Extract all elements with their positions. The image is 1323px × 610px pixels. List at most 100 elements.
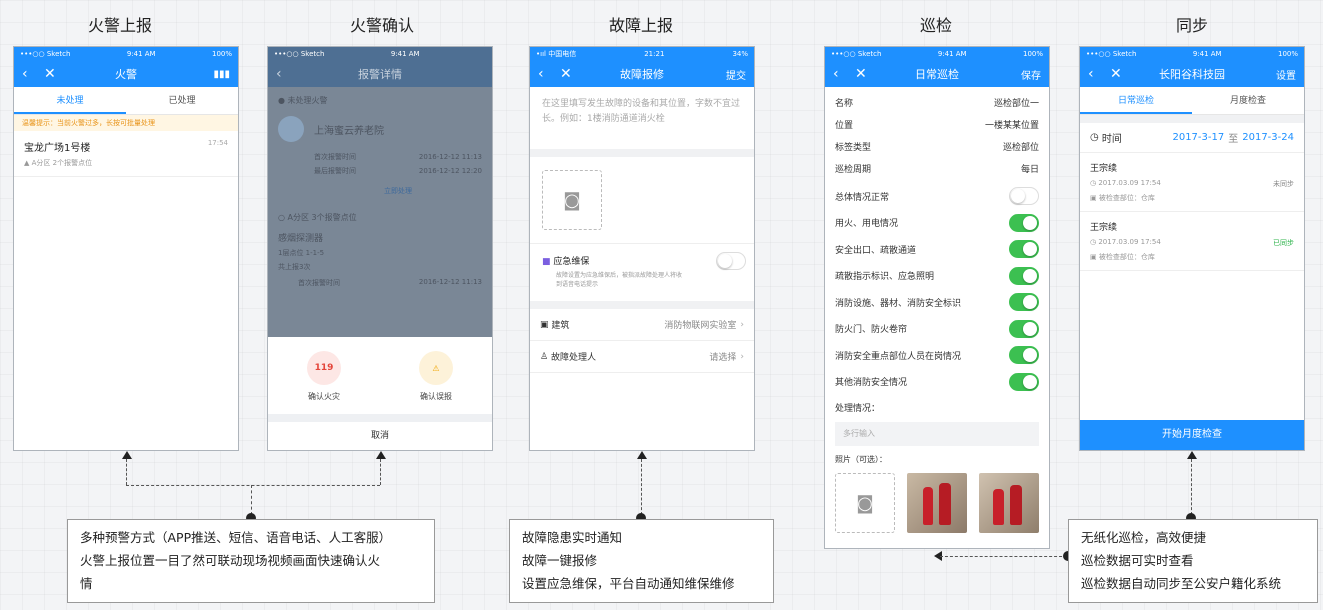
- building-icon: ▲: [24, 159, 30, 167]
- info-key: 巡检周期: [835, 164, 872, 175]
- battery-text: 34%: [732, 50, 748, 58]
- emergency-label: 应急维保: [553, 257, 590, 267]
- settings-button[interactable]: 设置: [1276, 67, 1296, 82]
- carrier-text: •••○○ Sketch: [1086, 50, 1137, 58]
- clock-text: 21:21: [644, 50, 665, 58]
- tab-unhandled[interactable]: 未处理: [14, 87, 126, 114]
- date-range-row[interactable]: ◷ 时间 2017-3-17 至 2017-3-24: [1080, 123, 1304, 153]
- tab-handled[interactable]: 已处理: [126, 87, 238, 114]
- info-key: 标签类型: [835, 142, 872, 153]
- back-icon[interactable]: ‹: [22, 66, 44, 82]
- save-button[interactable]: 保存: [1021, 67, 1041, 82]
- info-row: 巡检周期 每日: [825, 157, 1049, 179]
- avatar: [278, 116, 304, 142]
- detector-point: 1层点位 1-1-5: [278, 249, 325, 257]
- confirm-fire-button[interactable]: 119 确认火灾: [268, 351, 380, 402]
- emergency-desc: 故障设置为应急维保后，被指派故障处理人将收到语音电话提示: [556, 272, 683, 288]
- status-bar: •••○○ Sketch 9:41 AM 100%: [14, 47, 238, 61]
- tab-daily[interactable]: 日常巡检: [1080, 87, 1192, 114]
- check-toggle[interactable]: [1009, 346, 1039, 365]
- check-label: 防火门、防火卷帘: [835, 325, 908, 336]
- item-sub: A分区 2个报警点位: [31, 159, 93, 167]
- record-item[interactable]: 王宗续 ◷ 2017.03.09 17:54 未同步 ▣ 被检查部位：仓库: [1080, 153, 1304, 212]
- tab-monthly[interactable]: 月度检查: [1192, 87, 1304, 114]
- check-toggle[interactable]: [1009, 319, 1039, 338]
- close-icon[interactable]: ✕: [560, 66, 582, 82]
- camera-icon[interactable]: ◙: [835, 473, 895, 533]
- camera-icon[interactable]: ◙: [542, 170, 602, 230]
- check-toggle[interactable]: [1009, 372, 1039, 391]
- location-icon: ▣: [1090, 194, 1097, 202]
- battery-text: 100%: [1277, 50, 1298, 58]
- close-icon[interactable]: ✕: [855, 66, 877, 82]
- confirm-false-alarm-button[interactable]: ⚠ 确认误报: [380, 351, 492, 402]
- handle-label: 处理情况：: [835, 404, 881, 414]
- chart-icon[interactable]: ▮▮▮: [213, 69, 230, 80]
- check-list: 总体情况正常 用火、用电情况 安全出口、疏散通道 疏散指示标识、应急照明 消防设…: [825, 183, 1049, 395]
- photo-label: 照片（可选）：: [835, 455, 887, 464]
- clock-text: 9:41 AM: [1192, 50, 1222, 58]
- description-textarea[interactable]: 在这里填写发生故障的设备和其位置，字数不宜过长。例如：1楼消防通道消火栓: [530, 87, 754, 149]
- check-row: 用火、用电情况: [825, 210, 1049, 237]
- check-toggle[interactable]: [1009, 213, 1039, 232]
- shield-icon: ■: [542, 257, 551, 267]
- cancel-button[interactable]: 取消: [268, 422, 492, 450]
- section-title-fault-report: 故障上报: [608, 16, 673, 35]
- close-icon[interactable]: ✕: [1110, 66, 1132, 82]
- photo-row: ◙: [825, 465, 1049, 541]
- record-item[interactable]: 王宗续 ◷ 2017.03.09 17:54 已同步 ▣ 被检查部位：仓库: [1080, 212, 1304, 271]
- back-icon[interactable]: ‹: [538, 66, 560, 82]
- check-toggle[interactable]: [1009, 187, 1039, 206]
- check-row: 疏散指示标识、应急照明: [825, 263, 1049, 290]
- date-to: 2017-3-24: [1242, 132, 1294, 143]
- detector-time-row: 首次报警时间 2016-12-12 11:13: [298, 278, 482, 288]
- building-row[interactable]: ▣ 建筑 消防物联网实验室 ›: [530, 309, 754, 341]
- nav-bar: ‹ ✕ 日常巡检 保存: [825, 61, 1049, 87]
- clock-text: 9:41 AM: [390, 50, 420, 58]
- nav-title: 日常巡检: [915, 68, 959, 81]
- back-icon[interactable]: ‹: [276, 66, 298, 82]
- detector-name: 感烟探测器: [278, 234, 324, 244]
- divider: [1080, 115, 1304, 123]
- nav-title: 报警详情: [358, 68, 402, 81]
- photo-extinguisher[interactable]: [907, 473, 967, 533]
- back-icon[interactable]: ‹: [833, 66, 855, 82]
- submit-button[interactable]: 提交: [726, 67, 746, 82]
- handler-row[interactable]: ♙ 故障处理人 请选择 ›: [530, 341, 754, 373]
- fire-phone-icon: 119: [307, 351, 341, 385]
- check-row: 安全出口、疏散通道: [825, 236, 1049, 263]
- clock-icon: ◷: [1090, 132, 1099, 143]
- carrier-text: •••○○ Sketch: [831, 50, 882, 58]
- action-sheet: 119 确认火灾 ⚠ 确认误报 取消: [268, 337, 492, 450]
- check-toggle[interactable]: [1009, 293, 1039, 312]
- list-item[interactable]: 宝龙广场1号楼 17:54 ▲ A分区 2个报警点位: [14, 131, 238, 177]
- check-label: 消防安全重点部位人员在岗情况: [835, 351, 962, 362]
- info-value: 一楼某某位置: [984, 120, 1039, 131]
- clock-icon: ◷: [1090, 179, 1097, 187]
- start-monthly-check-button[interactable]: 开始月度检查: [1080, 420, 1304, 450]
- photo-extinguisher[interactable]: [979, 473, 1039, 533]
- close-icon[interactable]: ✕: [44, 66, 66, 82]
- caption-fault: 故障隐患实时通知 故障一键报修 设置应急维保，平台自动通知维保维修: [509, 519, 774, 603]
- handle-input[interactable]: 多行输入: [835, 422, 1039, 446]
- tab-bar: 未处理 已处理: [14, 87, 238, 115]
- building-value: 消防物联网实验室: [664, 321, 737, 331]
- check-toggle[interactable]: [1009, 240, 1039, 259]
- connector: [126, 485, 380, 486]
- handle-now-link[interactable]: 立即处理: [314, 184, 482, 198]
- person-icon: ♙: [540, 351, 549, 362]
- back-icon[interactable]: ‹: [1088, 66, 1110, 82]
- check-toggle[interactable]: [1009, 266, 1039, 285]
- record-time: 2017.03.09 17:54: [1098, 238, 1161, 246]
- info-value: 巡检部位一: [993, 98, 1039, 109]
- section-title-patrol: 巡检: [919, 16, 952, 35]
- check-label: 用火、用电情况: [835, 219, 899, 230]
- check-row: 消防设施、器材、消防安全标识: [825, 289, 1049, 316]
- date-from: 2017-3-17: [1172, 132, 1225, 143]
- tab-bar: 日常巡检 月度检查: [1080, 87, 1304, 115]
- status-bar: •••○○ Sketch 9:41 AM 100%: [825, 47, 1049, 61]
- emergency-toggle[interactable]: [716, 252, 746, 270]
- carrier-text: •ııl 中国电信: [536, 50, 577, 58]
- connector: [940, 556, 1067, 557]
- check-label: 疏散指示标识、应急照明: [835, 272, 935, 283]
